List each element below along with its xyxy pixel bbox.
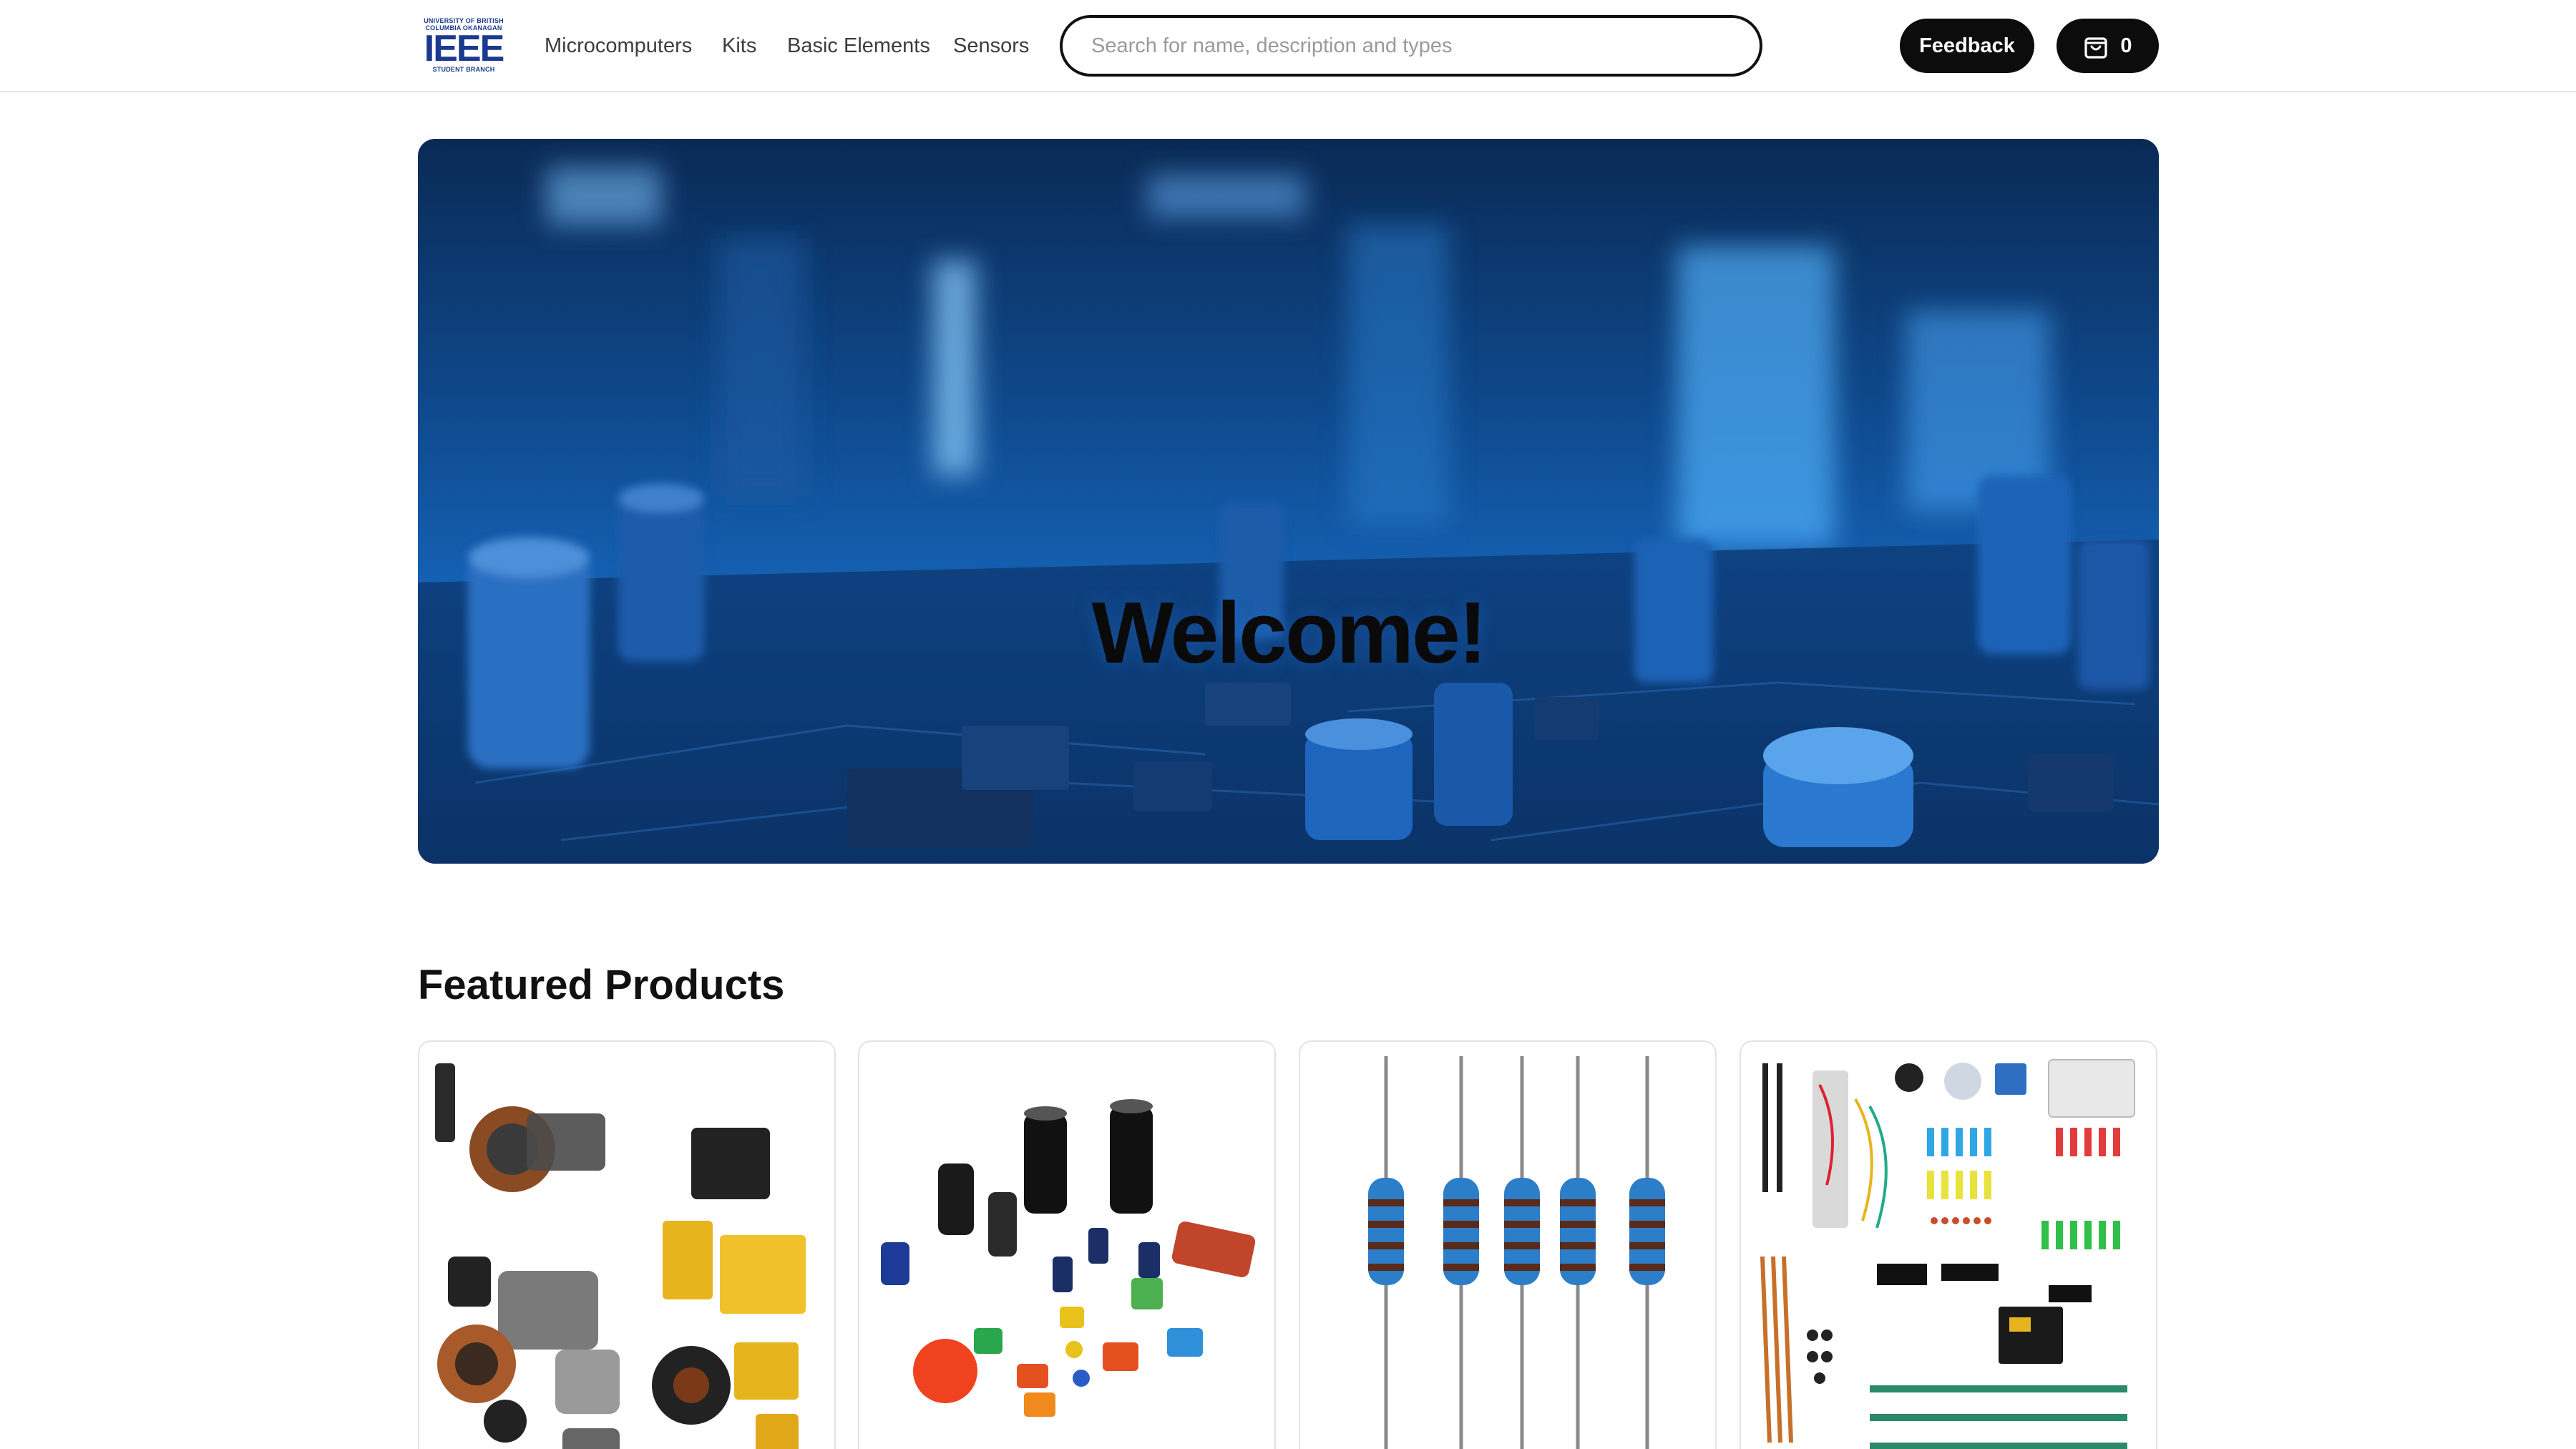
cart-count: 0 xyxy=(2120,34,2132,57)
logo-bottom-text: STUDENT BRANCH xyxy=(432,66,495,73)
hero-banner: Welcome! xyxy=(418,139,2159,864)
nav-sensors[interactable]: Sensors xyxy=(953,0,1029,92)
nav-link-label[interactable]: Kits xyxy=(722,34,756,58)
product-card[interactable] xyxy=(858,1040,1276,1449)
assorted-capacitors-image xyxy=(881,1099,1256,1417)
feedback-button[interactable]: Feedback xyxy=(1900,19,2034,73)
product-card[interactable] xyxy=(1740,1040,2157,1449)
resistors-image xyxy=(1368,1056,1665,1449)
nav-link-label[interactable]: Basic Elements xyxy=(787,34,930,58)
circuit-board-background-image xyxy=(418,167,2159,864)
top-header: UNIVERSITY OF BRITISH COLUMBIA OKANAGAN … xyxy=(0,0,2576,92)
search-input[interactable] xyxy=(1060,15,1762,77)
hero-title: Welcome! xyxy=(1091,584,1487,681)
shopping-bag-icon xyxy=(2084,37,2108,59)
electronics-component-kit-image xyxy=(1760,1059,2135,1449)
nav-kits[interactable]: Kits xyxy=(722,0,756,92)
nav-basic-elements[interactable]: Basic Elements xyxy=(787,0,930,92)
product-card[interactable] xyxy=(418,1040,836,1449)
nav-link-label[interactable]: Microcomputers xyxy=(545,34,692,58)
nav-link-label[interactable]: Sensors xyxy=(953,34,1029,58)
nav-microcomputers[interactable]: Microcomputers xyxy=(545,0,692,92)
inductors-and-transformers-image xyxy=(435,1063,806,1449)
feedback-button-label: Feedback xyxy=(1919,34,2015,57)
cart-button[interactable]: 0 xyxy=(2057,19,2159,73)
logo-top-text: UNIVERSITY OF BRITISH xyxy=(424,17,504,24)
logo-main-text: IEEE xyxy=(424,28,504,69)
product-card[interactable] xyxy=(1299,1040,1717,1449)
ieee-logo[interactable]: UNIVERSITY OF BRITISH COLUMBIA OKANAGAN … xyxy=(418,17,509,73)
featured-products-title: Featured Products xyxy=(418,962,785,1008)
